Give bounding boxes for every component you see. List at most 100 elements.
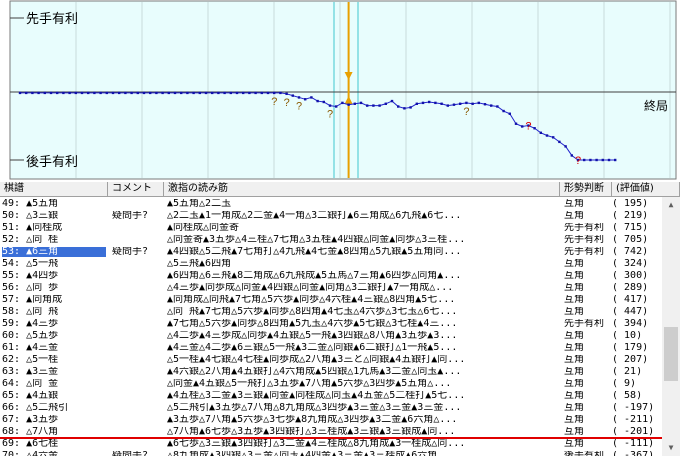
evaluation-point[interactable] (279, 91, 282, 95)
evaluation-point[interactable] (25, 91, 28, 95)
table-row[interactable]: 63: ▲3三金 ▲4六銀△2八角▲4五銀打△4六角成▲5四銀△1九馬▲3二金△同… (0, 367, 662, 377)
evaluation-point[interactable] (421, 101, 425, 105)
evaluation-point[interactable] (446, 104, 449, 107)
header-value[interactable]: (評価値) (612, 182, 680, 197)
evaluation-point[interactable] (310, 96, 313, 99)
evaluation-point[interactable] (552, 136, 555, 139)
evaluation-point[interactable] (74, 91, 77, 95)
evaluation-point[interactable] (607, 158, 611, 162)
questionable-move-marker[interactable]: ? (463, 106, 469, 118)
evaluation-point[interactable] (564, 145, 567, 148)
scroll-up-icon[interactable]: ▲ (662, 197, 680, 213)
evaluation-point[interactable] (87, 91, 90, 95)
evaluation-point[interactable] (136, 91, 139, 95)
evaluation-point[interactable] (409, 106, 412, 109)
table-row[interactable]: 60: △5五歩 △4二歩▲4三歩成△同歩▲4五銀△5一飛▲3四銀△8八角▲3五歩… (0, 331, 662, 341)
evaluation-point[interactable] (452, 103, 456, 106)
move-analysis-table[interactable]: 棋譜 コメント 激指の読み筋 形勢判断 (評価値) 49: ▲5五角 ▲5五角△2… (0, 182, 680, 456)
evaluation-point[interactable] (521, 125, 524, 128)
evaluation-point[interactable] (49, 91, 53, 95)
evaluation-point[interactable] (18, 91, 22, 95)
evaluation-point[interactable] (180, 91, 183, 95)
evaluation-point[interactable] (403, 107, 406, 110)
table-row[interactable]: 50: △3三銀 疑問手? △2二玉▲1一角成△2二金▲4一角△3二銀打▲6三角成△… (0, 211, 662, 221)
table-row[interactable]: 68: △7八角 △7八角▲6七歩△3五歩▲3四銀打△3三桂成▲3三銀▲3三銀成▲… (0, 427, 662, 437)
evaluation-point[interactable] (583, 158, 586, 162)
evaluation-graph[interactable]: 先手有利 後手有利 終局 ??????? (0, 0, 680, 181)
evaluation-point[interactable] (229, 91, 232, 95)
table-row[interactable]: 51: ▲同桂成 ▲同桂成△同金寄 先手有利 ( 715) (0, 223, 662, 233)
table-row[interactable]: 59: ▲4三歩 ▲7七角△5六歩▲同歩△8四角▲5九玉△4六歩▲5七銀△3七桂▲… (0, 319, 662, 329)
evaluation-point[interactable] (595, 158, 598, 162)
evaluation-point[interactable] (304, 98, 307, 101)
evaluation-point[interactable] (390, 99, 394, 103)
evaluation-point[interactable] (211, 91, 214, 95)
evaluation-point[interactable] (192, 91, 195, 95)
evaluation-point[interactable] (353, 102, 356, 105)
questionable-move-marker[interactable]: ? (296, 100, 302, 112)
table-row[interactable]: 57: ▲同角成 ▲同角成△同飛▲7七角△5六歩▲同歩△4六桂▲4三銀△8四角▲5… (0, 295, 662, 305)
evaluation-point[interactable] (68, 91, 71, 95)
evaluation-point[interactable] (273, 91, 276, 95)
evaluation-point[interactable] (260, 91, 263, 95)
evaluation-point[interactable] (508, 112, 511, 115)
table-row[interactable]: 55: ▲4四歩 ▲6四角△6三飛▲8二角成△6九飛成▲5五馬△7三角▲6四歩△同… (0, 271, 662, 281)
questionable-move-marker[interactable]: ? (284, 97, 290, 109)
evaluation-point[interactable] (130, 91, 133, 95)
evaluation-point[interactable] (167, 91, 170, 95)
evaluation-point[interactable] (111, 91, 115, 95)
table-row[interactable]: 69: ▲6七桂 ▲6七歩△3三銀▲3四銀打△3二金▲4三桂成△8九角成▲3一桂成… (0, 439, 662, 449)
evaluation-point[interactable] (248, 91, 251, 95)
evaluation-point[interactable] (335, 105, 338, 108)
evaluation-point[interactable] (397, 105, 400, 108)
table-row[interactable]: 65: ▲4五銀 ▲4五桂△3二金▲3三銀▲同金▲同桂成△同玉▲4五金△5二桂打▲… (0, 391, 662, 401)
evaluation-point[interactable] (93, 91, 96, 95)
header-judgement[interactable]: 形勢判断 (560, 182, 612, 197)
evaluation-point[interactable] (477, 101, 480, 105)
evaluation-point[interactable] (589, 158, 592, 162)
bad-move-marker[interactable]: ? (575, 155, 581, 167)
table-row[interactable]: 52: △同 桂 △同金寄▲3五歩△4三桂△7七角△3五桂▲4四銀△同金▲同歩△3… (0, 235, 662, 245)
evaluation-point[interactable] (366, 104, 369, 107)
evaluation-point[interactable] (198, 91, 201, 95)
evaluation-point[interactable] (186, 91, 189, 95)
evaluation-point[interactable] (428, 100, 431, 104)
evaluation-point[interactable] (545, 134, 549, 137)
table-row[interactable]: 49: ▲5五角 ▲5五角△2二玉 互角 ( 195) (0, 199, 662, 209)
evaluation-point[interactable] (558, 140, 561, 144)
evaluation-point[interactable] (142, 91, 146, 95)
evaluation-point[interactable] (80, 91, 84, 95)
evaluation-point[interactable] (384, 102, 387, 105)
evaluation-point[interactable] (483, 103, 487, 106)
vertical-scrollbar[interactable]: ▲ ▼ (662, 197, 680, 456)
table-row[interactable]: 62: △5一桂 △5一桂▲4七銀△4七桂▲同歩成△2八角▲3三と△同銀▲4五銀打… (0, 355, 662, 365)
evaluation-point[interactable] (124, 91, 127, 95)
evaluation-point[interactable] (155, 91, 158, 95)
evaluation-point[interactable] (378, 104, 381, 107)
evaluation-point[interactable] (601, 158, 604, 162)
evaluation-point[interactable] (291, 94, 294, 97)
table-row[interactable]: 61: ▲4三金 ▲4三金△4二歩▲6三銀△5一飛▲3二金△同銀▲6二銀打△1一飛… (0, 343, 662, 353)
evaluation-point[interactable] (316, 99, 319, 103)
bad-move-marker[interactable]: ? (525, 121, 531, 133)
table-row[interactable]: 54: △5一飛 △5三飛▲6四角 互角 ( 324) (0, 259, 662, 269)
evaluation-point[interactable] (614, 158, 617, 162)
evaluation-point[interactable] (347, 103, 350, 106)
evaluation-point[interactable] (235, 91, 239, 95)
move-list[interactable]: 49: ▲5五角 ▲5五角△2二玉 互角( 195) 50: △3三銀 疑問手? △2二玉… (0, 197, 662, 456)
evaluation-point[interactable] (173, 91, 177, 95)
evaluation-point[interactable] (328, 104, 332, 107)
evaluation-point[interactable] (254, 91, 257, 95)
evaluation-point[interactable] (223, 91, 226, 95)
evaluation-point[interactable] (539, 131, 542, 134)
table-row[interactable]: 66: △5二飛引 △5二飛引▲3五歩△7八角△8九角成△3四歩▲3三金△3三金▲… (0, 403, 662, 413)
evaluation-point[interactable] (266, 91, 270, 95)
evaluation-point[interactable] (161, 91, 164, 95)
evaluation-point[interactable] (217, 91, 220, 95)
evaluation-point[interactable] (514, 122, 518, 125)
evaluation-point[interactable] (502, 109, 505, 113)
evaluation-point[interactable] (37, 91, 40, 95)
table-row[interactable]: 64: △同 金 △同金▲4五銀△5一飛打△3五歩▲7八角▲5六歩△3四歩▲5五角… (0, 379, 662, 389)
evaluation-point[interactable] (285, 92, 288, 96)
evaluation-point[interactable] (204, 91, 208, 95)
